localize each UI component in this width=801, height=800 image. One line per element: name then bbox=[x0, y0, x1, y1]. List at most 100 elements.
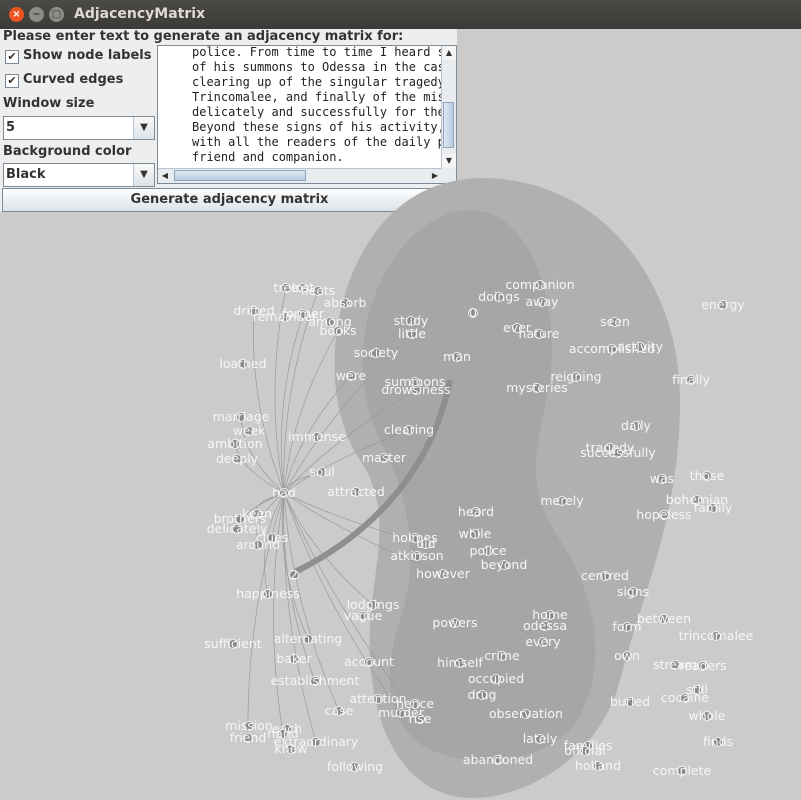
graph-node[interactable]: buried bbox=[610, 694, 650, 709]
graph-node[interactable]: those bbox=[690, 468, 725, 483]
graph-node[interactable]: odessa bbox=[523, 618, 567, 633]
graph-node[interactable]: friend bbox=[230, 730, 267, 745]
graph-node[interactable]: hopeless bbox=[636, 507, 691, 522]
graph-node[interactable]: still bbox=[686, 682, 708, 697]
graph-node-label: odessa bbox=[523, 618, 567, 633]
graph-node[interactable]: lately bbox=[523, 731, 558, 746]
graph-node[interactable]: finds bbox=[703, 734, 733, 749]
graph-node[interactable]: following bbox=[327, 759, 383, 774]
graph-node[interactable]: official bbox=[564, 743, 605, 758]
graph-node[interactable]: activity bbox=[617, 339, 664, 354]
graph-node-label: centred bbox=[581, 568, 629, 583]
graph-node[interactable]: merely bbox=[540, 493, 584, 508]
graph-node[interactable]: finally bbox=[672, 372, 710, 387]
graph-node-label: clearing bbox=[384, 422, 434, 437]
graph-node-label: loathed bbox=[219, 356, 266, 371]
graph-node[interactable]: 0 bbox=[468, 305, 478, 320]
graph-node[interactable]: between bbox=[637, 611, 691, 626]
graph-node[interactable]: 2 bbox=[289, 567, 299, 582]
graph-node[interactable]: was bbox=[650, 471, 674, 486]
graph-node[interactable]: holland bbox=[575, 758, 621, 773]
graph-node-label: deeply bbox=[216, 451, 259, 466]
graph-node[interactable]: extraordinary bbox=[274, 734, 359, 749]
graph-node-label: family bbox=[694, 500, 733, 515]
graph-node[interactable]: whole bbox=[689, 708, 726, 723]
graph-node-label: books bbox=[320, 323, 357, 338]
graph-node-label: extraordinary bbox=[274, 734, 359, 749]
graph-node[interactable]: form bbox=[612, 619, 641, 634]
graph-node[interactable]: every bbox=[525, 634, 561, 649]
graph-node[interactable]: observation bbox=[489, 706, 563, 721]
graph-node[interactable]: successfully bbox=[580, 445, 656, 460]
graph-node[interactable]: police bbox=[469, 543, 506, 558]
graph-node[interactable]: clearing bbox=[384, 422, 434, 437]
graph-node[interactable]: absorb bbox=[324, 295, 367, 310]
graph-node-label: were bbox=[336, 368, 367, 383]
graph-node[interactable]: away bbox=[526, 294, 560, 309]
graph-node[interactable]: atkinson bbox=[390, 548, 443, 563]
graph-node[interactable]: himself bbox=[437, 655, 483, 670]
graph-node-label: while bbox=[459, 526, 492, 541]
graph-node[interactable]: seen bbox=[600, 314, 630, 329]
graph-node[interactable]: account bbox=[344, 654, 394, 669]
graph-node[interactable]: immense bbox=[288, 429, 346, 444]
graph-node[interactable]: drug bbox=[468, 687, 497, 702]
graph-node-label: society bbox=[354, 345, 399, 360]
graph-node[interactable]: rise bbox=[409, 711, 432, 726]
graph-node[interactable]: drowsiness bbox=[381, 382, 450, 397]
graph-node-label: beyond bbox=[481, 557, 528, 572]
graph-node-label: baker bbox=[276, 651, 312, 666]
graph-node-label: seen bbox=[600, 314, 630, 329]
graph-node[interactable]: powers bbox=[432, 615, 477, 630]
graph-node[interactable]: loathed bbox=[219, 356, 266, 371]
graph-node[interactable]: heard bbox=[458, 504, 494, 519]
graph-node[interactable]: attracted bbox=[327, 484, 385, 499]
graph-node[interactable]: family bbox=[694, 500, 733, 515]
graph-node[interactable]: centred bbox=[581, 568, 629, 583]
graph-node[interactable]: ambition bbox=[207, 436, 262, 451]
graph-node[interactable]: sufficient bbox=[204, 636, 261, 651]
graph-node[interactable]: own bbox=[614, 648, 640, 663]
graph-node[interactable]: soul bbox=[309, 464, 335, 479]
graph-node-label: establishment bbox=[271, 673, 360, 688]
graph-node[interactable]: were bbox=[336, 368, 367, 383]
graph-node[interactable]: man bbox=[443, 349, 471, 364]
graph-node[interactable]: energy bbox=[701, 297, 745, 312]
graph-node[interactable]: alternating bbox=[274, 631, 342, 646]
graph-node-label: ambition bbox=[207, 436, 262, 451]
graph-node[interactable]: baker bbox=[276, 651, 312, 666]
graph-node-label: every bbox=[525, 634, 561, 649]
graph-node[interactable]: companion bbox=[505, 277, 574, 292]
graph-node[interactable]: while bbox=[459, 526, 492, 541]
graph-node[interactable]: signs bbox=[617, 584, 649, 599]
graph-node[interactable]: abandoned bbox=[463, 752, 533, 767]
graph-node[interactable]: complete bbox=[653, 763, 712, 778]
graph-node[interactable]: around bbox=[236, 537, 280, 552]
graph-node[interactable]: occupied bbox=[468, 671, 524, 686]
graph-node-label: marriage bbox=[213, 409, 270, 424]
graph-node[interactable]: deeply bbox=[216, 451, 259, 466]
graph-node[interactable]: readers bbox=[679, 658, 727, 673]
graph-node[interactable]: happiness bbox=[236, 586, 300, 601]
graph-node[interactable]: vague bbox=[344, 608, 383, 623]
graph-node[interactable]: master bbox=[362, 450, 407, 465]
graph-node[interactable]: hence bbox=[396, 696, 434, 711]
graph-node[interactable]: nature bbox=[519, 326, 560, 341]
graph-node[interactable]: reigning bbox=[550, 369, 601, 384]
graph-node[interactable]: trincomalee bbox=[679, 628, 754, 643]
graph-node[interactable]: daily bbox=[621, 418, 652, 433]
graph-node[interactable]: society bbox=[354, 345, 399, 360]
graph-node-label: official bbox=[564, 743, 605, 758]
graph-node[interactable]: had bbox=[272, 485, 296, 500]
graph-node[interactable]: marriage bbox=[213, 409, 270, 424]
graph-node-label: holland bbox=[575, 758, 621, 773]
graph-node-label: police bbox=[469, 543, 506, 558]
graph-node[interactable]: however bbox=[416, 566, 471, 581]
graph-node[interactable]: books bbox=[320, 323, 357, 338]
graph-node-label: crime bbox=[484, 648, 520, 663]
graph-node[interactable]: beyond bbox=[481, 557, 528, 572]
graph-node[interactable]: crime bbox=[484, 648, 520, 663]
graph-node-label: abandoned bbox=[463, 752, 533, 767]
graph-node[interactable]: little bbox=[398, 326, 426, 341]
graph-node[interactable]: establishment bbox=[271, 673, 360, 688]
